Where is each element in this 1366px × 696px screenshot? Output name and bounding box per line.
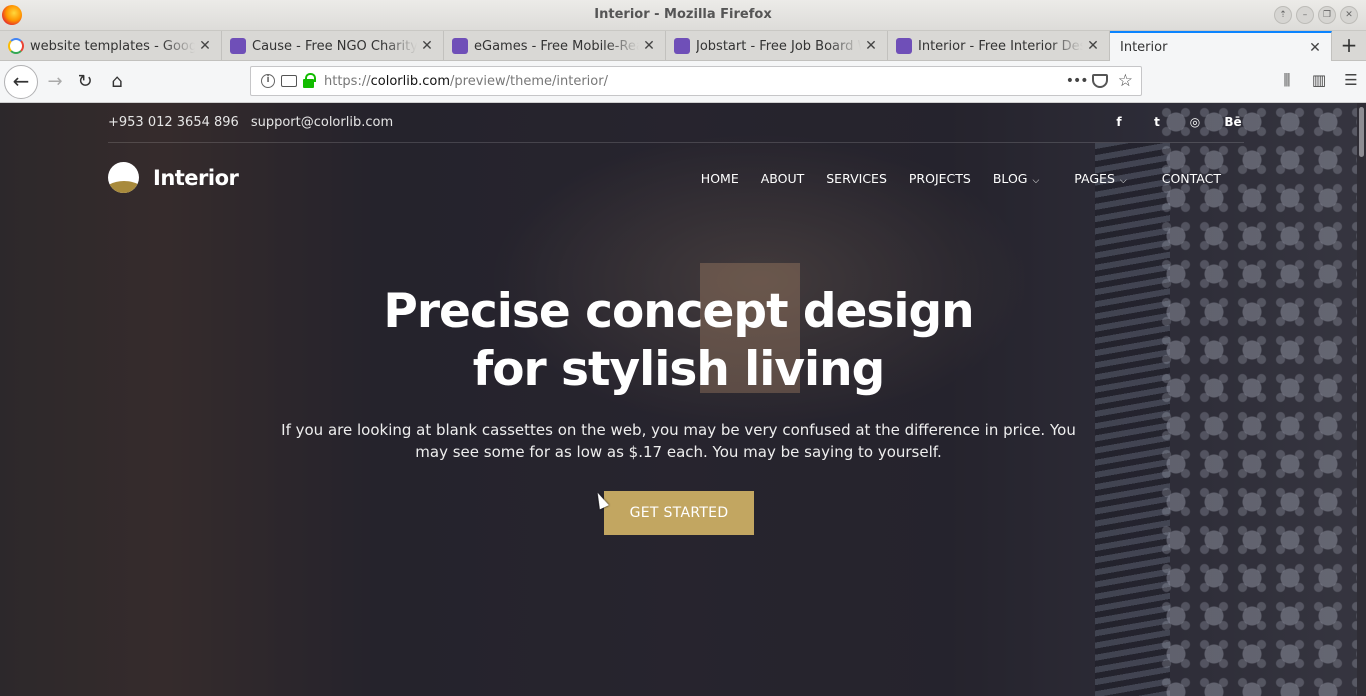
nav-contact[interactable]: CONTACT bbox=[1151, 171, 1232, 186]
nav-pages-label: PAGES bbox=[1074, 171, 1115, 186]
back-button[interactable]: ← bbox=[4, 65, 38, 99]
logo-text: Interior bbox=[153, 165, 239, 190]
nav-about[interactable]: ABOUT bbox=[750, 171, 816, 186]
url-prefix: https:// bbox=[324, 73, 371, 89]
chevron-down-icon: ⌵ bbox=[1119, 176, 1127, 186]
home-button[interactable]: ⌂ bbox=[102, 67, 132, 97]
window-close-button[interactable]: ✕ bbox=[1340, 6, 1358, 24]
lock-icon bbox=[303, 73, 316, 88]
library-icon[interactable]: ⫼ bbox=[1278, 71, 1296, 89]
dribbble-icon[interactable]: ◎ bbox=[1186, 115, 1204, 129]
hero-title: Precise concept design for stylish livin… bbox=[0, 283, 1357, 399]
page-scrollbar[interactable] bbox=[1357, 103, 1366, 696]
tab-jobstart[interactable]: Jobstart - Free Job Board Website Templa… bbox=[666, 31, 888, 61]
nav-contact-label: CONTACT bbox=[1161, 171, 1221, 186]
navigation-toolbar: ← → ↻ ⌂ i https://colorlib.com/preview/t… bbox=[0, 61, 1366, 103]
window-up-button[interactable]: ⇡ bbox=[1274, 6, 1292, 24]
nav-projects-label: PROJECTS bbox=[908, 171, 971, 186]
tab-close-icon[interactable]: ✕ bbox=[195, 38, 215, 54]
google-icon bbox=[8, 38, 24, 54]
bookmark-star-icon[interactable]: ☆ bbox=[1118, 71, 1133, 91]
main-nav: HOME ABOUT SERVICES PROJECTS BLOG ⌵ PAGES… bbox=[690, 171, 1232, 186]
tab-interior-active[interactable]: Interior ✕ bbox=[1110, 31, 1332, 62]
site-logo[interactable]: Interior bbox=[108, 162, 239, 193]
tab-close-icon[interactable]: ✕ bbox=[1083, 38, 1103, 54]
tab-google-search[interactable]: website templates - Google Search ✕ bbox=[0, 31, 222, 61]
page-actions-icon[interactable]: ••• bbox=[1066, 73, 1089, 89]
tab-label: Interior - Free Interior Design Template bbox=[918, 38, 1083, 54]
tab-label: Interior bbox=[1120, 40, 1168, 55]
logo-mark-icon bbox=[108, 162, 139, 193]
nav-about-label: ABOUT bbox=[760, 171, 805, 186]
scrollbar-thumb[interactable] bbox=[1359, 107, 1364, 157]
window-controls: ⇡ – ❐ ✕ bbox=[1274, 6, 1358, 24]
window-title: Interior - Mozilla Firefox bbox=[594, 7, 772, 22]
colorlib-icon bbox=[674, 38, 690, 54]
url-text[interactable]: https://colorlib.com/preview/theme/inter… bbox=[324, 74, 1066, 89]
tab-label: Jobstart - Free Job Board Website Templa… bbox=[696, 38, 861, 54]
tab-egames[interactable]: eGames - Free Mobile-Ready Game Template… bbox=[444, 31, 666, 61]
site-topbar: +953 012 3654 896 support@colorlib.com f… bbox=[108, 103, 1244, 143]
site-info-icon[interactable]: i bbox=[261, 74, 275, 88]
tab-strip: website templates - Google Search ✕ Caus… bbox=[0, 31, 1366, 62]
nav-home[interactable]: HOME bbox=[690, 171, 750, 186]
colorlib-icon bbox=[896, 38, 912, 54]
pocket-icon[interactable] bbox=[1091, 74, 1108, 88]
url-bar[interactable]: i https://colorlib.com/preview/theme/int… bbox=[250, 66, 1142, 96]
sidebar-icon[interactable]: ▥ bbox=[1310, 71, 1328, 89]
nav-services-label: SERVICES bbox=[826, 171, 887, 186]
window-titlebar: Interior - Mozilla Firefox ⇡ – ❐ ✕ bbox=[0, 0, 1366, 31]
tab-label: website templates - Google Search bbox=[30, 38, 195, 54]
tab-close-icon[interactable]: ✕ bbox=[1305, 40, 1325, 56]
tab-close-icon[interactable]: ✕ bbox=[417, 38, 437, 54]
social-links: f t ◎ Bē bbox=[1110, 115, 1242, 129]
hero-description: If you are looking at blank cassettes on… bbox=[281, 421, 1076, 461]
hero-title-line1: Precise concept design bbox=[383, 284, 974, 339]
facebook-icon[interactable]: f bbox=[1110, 115, 1128, 129]
tab-close-icon[interactable]: ✕ bbox=[861, 38, 881, 54]
tab-label: Cause - Free NGO Charity Website Templat… bbox=[252, 38, 417, 54]
tracking-protection-icon[interactable] bbox=[281, 75, 297, 87]
toolbar-right-icons: ⫼ ▥ ☰ bbox=[1278, 71, 1360, 89]
phone-number[interactable]: +953 012 3654 896 bbox=[108, 115, 239, 130]
nav-blog[interactable]: BLOG ⌵ bbox=[982, 171, 1063, 186]
hero-title-line2: for stylish living bbox=[472, 342, 885, 397]
colorlib-icon bbox=[452, 38, 468, 54]
nav-pages[interactable]: PAGES ⌵ bbox=[1063, 171, 1150, 186]
tab-label: eGames - Free Mobile-Ready Game Template bbox=[474, 38, 639, 54]
nav-services[interactable]: SERVICES bbox=[815, 171, 898, 186]
forward-button[interactable]: → bbox=[40, 67, 70, 97]
chevron-down-icon: ⌵ bbox=[1032, 176, 1040, 186]
hero-section: Precise concept design for stylish livin… bbox=[0, 283, 1357, 463]
new-tab-button[interactable]: + bbox=[1338, 35, 1360, 55]
behance-icon[interactable]: Bē bbox=[1224, 115, 1242, 129]
tab-close-icon[interactable]: ✕ bbox=[639, 38, 659, 54]
get-started-button[interactable]: GET STARTED bbox=[604, 491, 754, 535]
nav-blog-label: BLOG bbox=[992, 171, 1028, 186]
nav-projects[interactable]: PROJECTS bbox=[898, 171, 982, 186]
nav-home-label: HOME bbox=[700, 171, 739, 186]
window-maximize-button[interactable]: ❐ bbox=[1318, 6, 1336, 24]
colorlib-icon bbox=[230, 38, 246, 54]
tab-cause[interactable]: Cause - Free NGO Charity Website Templat… bbox=[222, 31, 444, 61]
reload-button[interactable]: ↻ bbox=[70, 67, 100, 97]
menu-icon[interactable]: ☰ bbox=[1342, 71, 1360, 89]
page-viewport: +953 012 3654 896 support@colorlib.com f… bbox=[0, 103, 1357, 696]
window-minimize-button[interactable]: – bbox=[1296, 6, 1314, 24]
contact-info: +953 012 3654 896 support@colorlib.com bbox=[108, 115, 393, 130]
email-address[interactable]: support@colorlib.com bbox=[251, 115, 393, 130]
url-host: colorlib.com bbox=[370, 73, 450, 89]
twitter-icon[interactable]: t bbox=[1148, 115, 1166, 129]
tab-interior-template[interactable]: Interior - Free Interior Design Template… bbox=[888, 31, 1110, 61]
url-path: /preview/theme/interior/ bbox=[450, 73, 608, 89]
